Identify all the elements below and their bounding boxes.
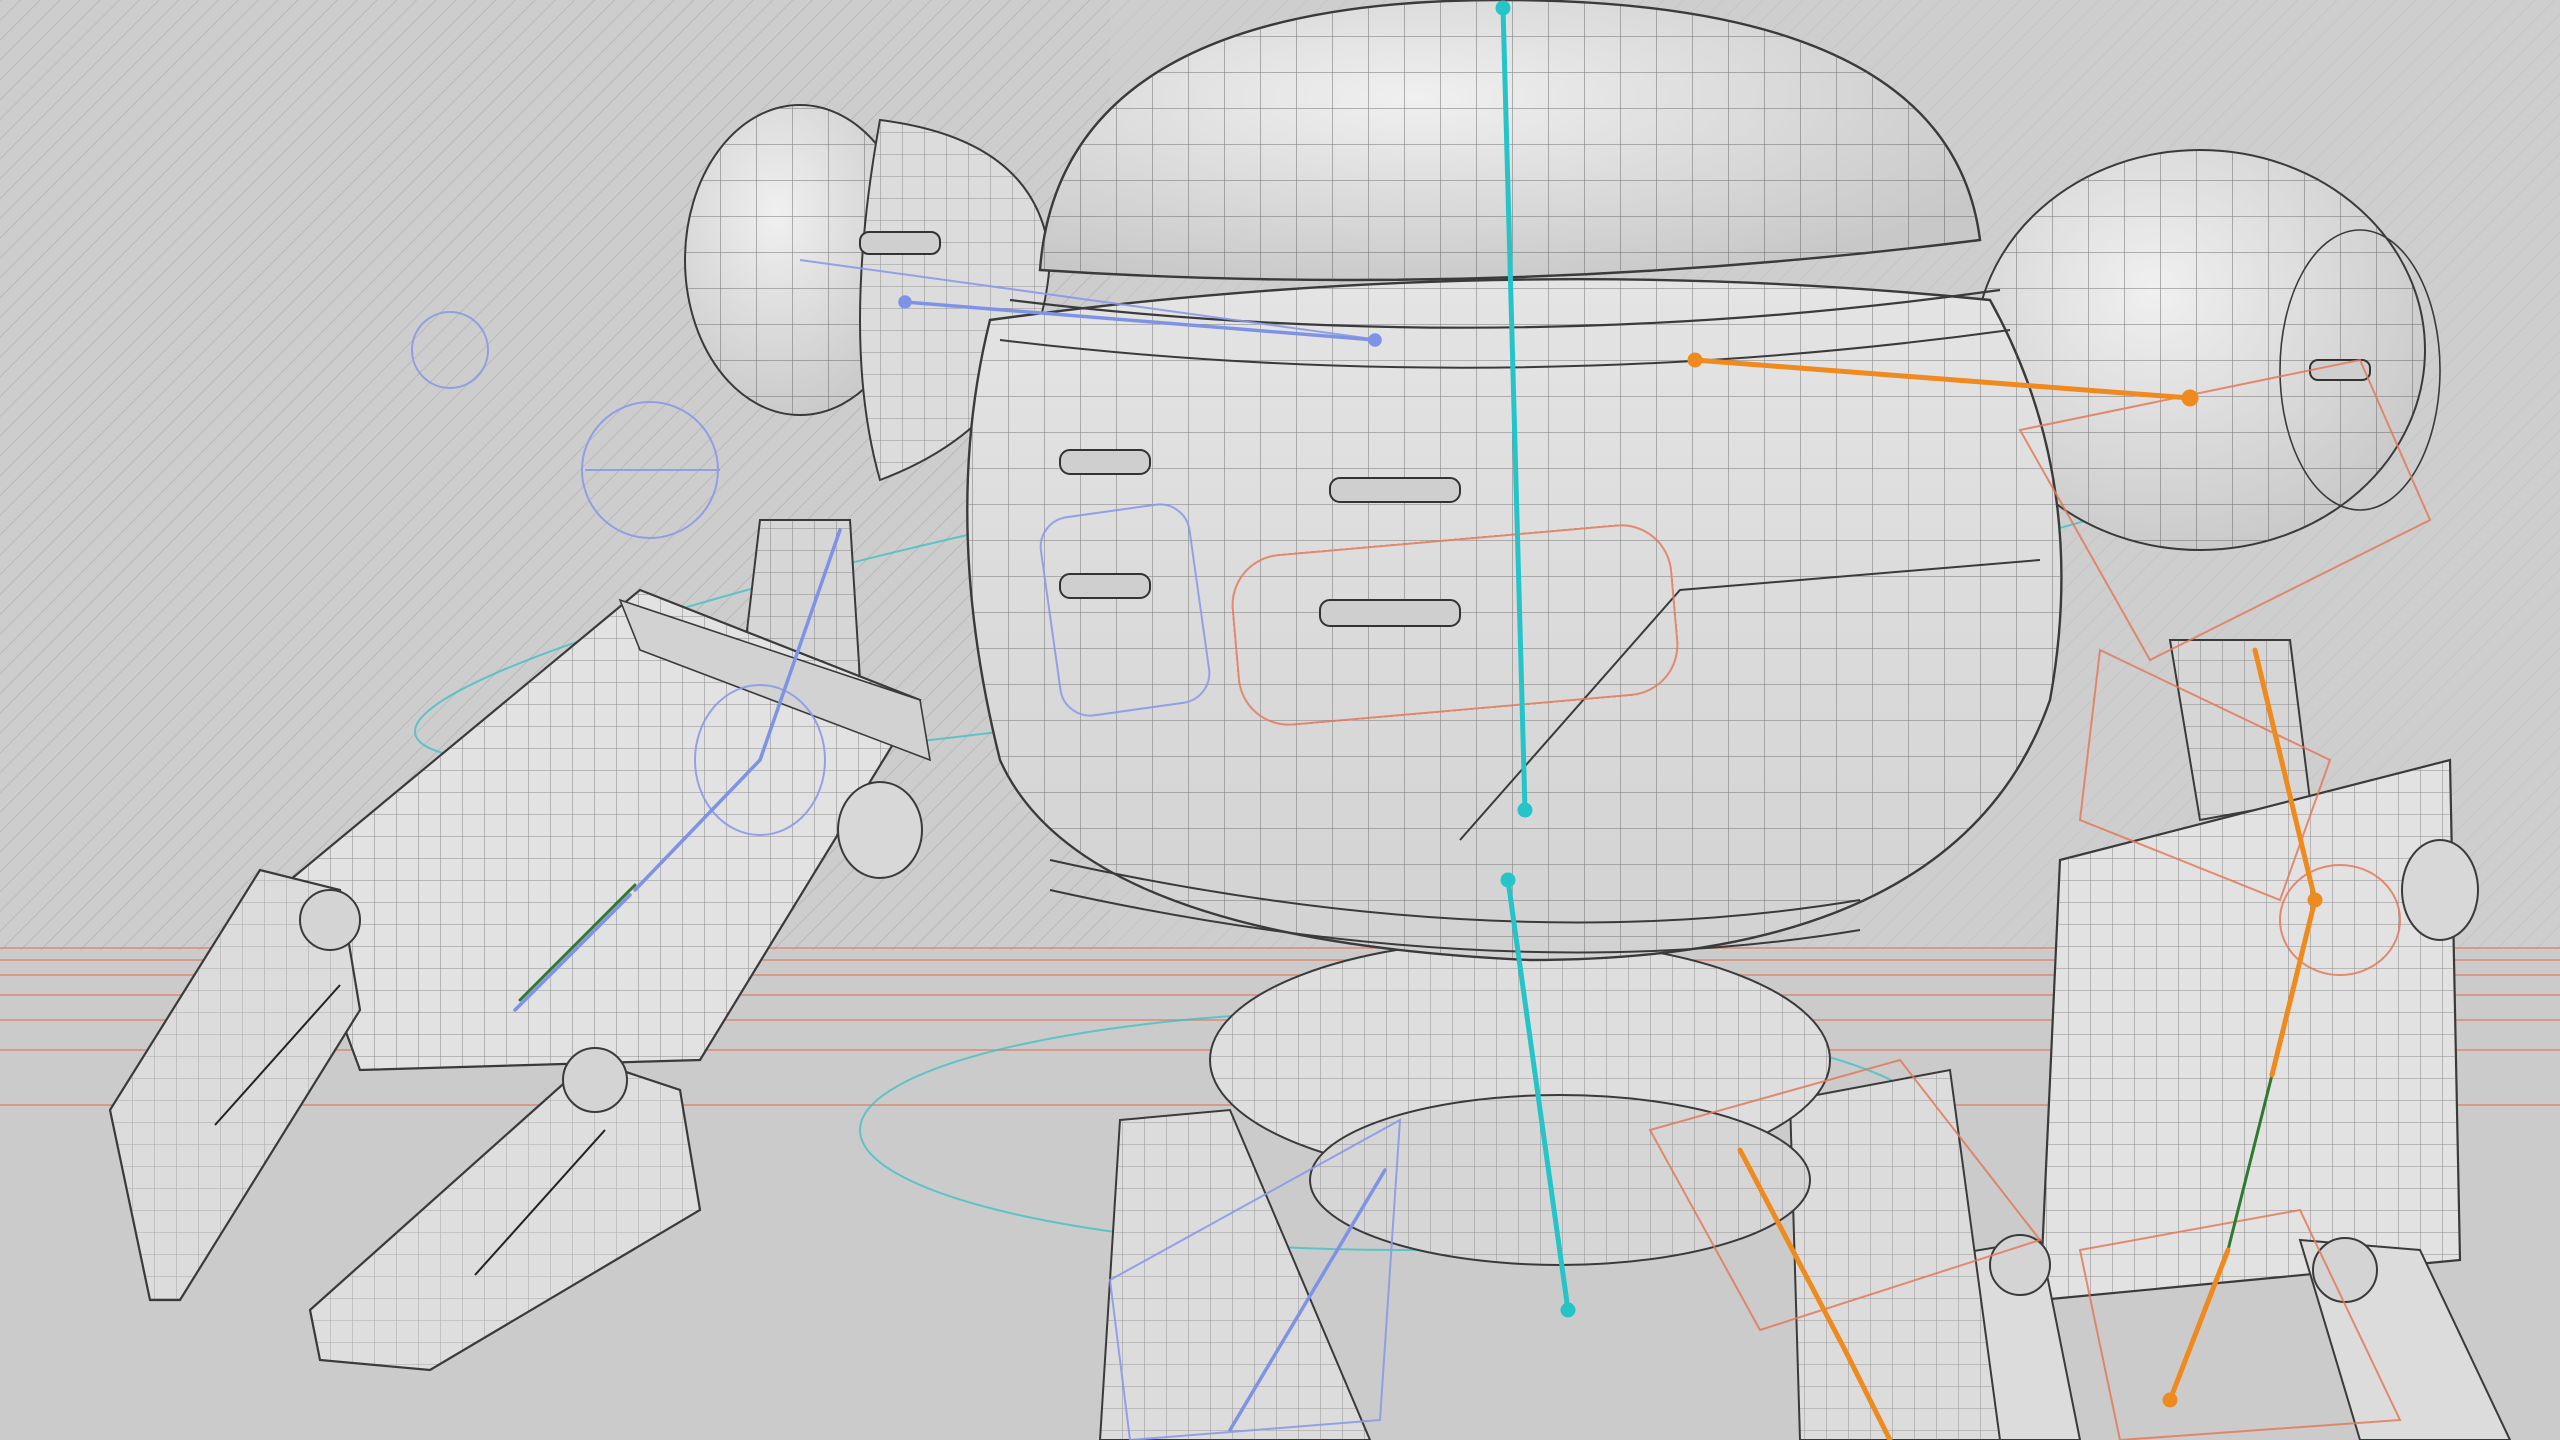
viewport-canvas <box>0 0 2560 1440</box>
3d-viewport[interactable] <box>0 0 2560 1440</box>
